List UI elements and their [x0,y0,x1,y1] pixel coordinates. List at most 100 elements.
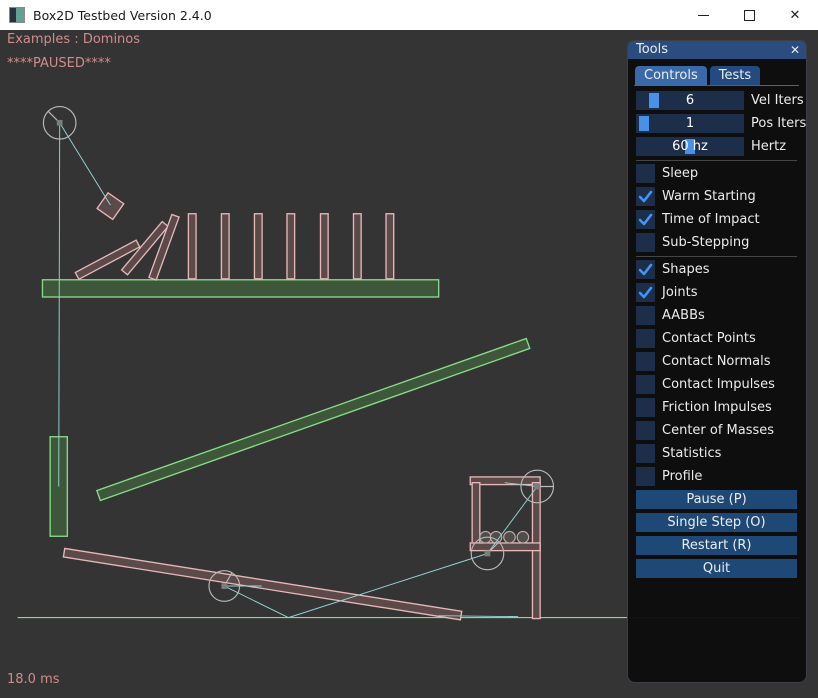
slider-label: Hertz [751,139,786,154]
tools-content: 6Vel Iters1Pos Iters60 hzHertz SleepWarm… [628,86,806,578]
dynamic-body [63,548,461,619]
checkbox-aabbs[interactable] [636,306,655,325]
joint-anchor [534,484,540,490]
checkbox-contact-impulses[interactable] [636,375,655,394]
dynamic-body [221,214,229,279]
check-row-contact-points: Contact Points [636,329,797,348]
ball-body [517,531,528,542]
checkbox-label: Statistics [662,446,721,461]
tools-tab-bar: ControlsTests [634,66,799,86]
checkbox-time-of-impact[interactable] [636,210,655,229]
window-titlebar: Box2D Testbed Version 2.4.0 ✕ [0,0,818,30]
slider-pos-iters[interactable]: 1 [636,114,744,133]
check-row-sleep: Sleep [636,164,797,183]
window-caption-buttons: ✕ [680,0,818,30]
joint-anchor [221,583,227,589]
dynamic-body [470,543,540,551]
slider-row: 1Pos Iters [636,114,797,133]
check-row-center-of-masses: Center of Masses [636,421,797,440]
check-icon [636,260,655,279]
check-row-contact-normals: Contact Normals [636,352,797,371]
ball-body [504,531,515,542]
slider-row: 60 hz Hertz [636,137,797,156]
slider-label: Vel Iters [751,93,804,108]
minimize-icon [698,15,709,16]
close-button[interactable]: ✕ [772,0,818,30]
minimize-button[interactable] [680,0,726,30]
checkbox-contact-points[interactable] [636,329,655,348]
dynamic-body [254,214,262,279]
slider-group: 6Vel Iters 1Pos Iters 60 hz Hertz [636,91,797,156]
dynamic-body [472,483,480,545]
check-row-joints: Joints [636,283,797,302]
tab-tests[interactable]: Tests [710,66,760,85]
app-window: Box2D Testbed Version 2.4.0 ✕ Examples :… [0,0,818,698]
checkbox-label: Contact Impulses [662,377,775,392]
checkbox-label: Friction Impulses [662,400,772,415]
checkbox-warm-starting[interactable] [636,187,655,206]
check-row-contact-impulses: Contact Impulses [636,375,797,394]
paused-label: ****PAUSED**** [7,56,111,71]
checkbox-contact-normals[interactable] [636,352,655,371]
check-row-shapes: Shapes [636,260,797,279]
restart-r-button[interactable]: Restart (R) [636,536,797,555]
checkbox-label: Contact Points [662,331,756,346]
checkbox-group-draw: Shapes Joints AABBs Contact Points Contact N… [636,260,797,486]
action-buttons: Pause (P) Single Step (O) Restart (R) Quit [636,490,797,578]
slider-value: 6 [636,91,744,110]
checkbox-label: Joints [662,285,698,300]
quit-button[interactable]: Quit [636,559,797,578]
single-step-o-button[interactable]: Single Step (O) [636,513,797,532]
checkbox-group-sim: Sleep Warm Starting Time of Impact Sub-Step… [636,164,797,252]
slider-hertz[interactable]: 60 hz [636,137,744,156]
slider-vel-iters[interactable]: 6 [636,91,744,110]
check-row-statistics: Statistics [636,444,797,463]
joint-anchor [485,551,491,557]
tools-title: Tools [636,41,668,59]
slider-value: 1 [636,114,744,133]
check-icon [636,283,655,302]
checkbox-shapes[interactable] [636,260,655,279]
checkbox-label: Warm Starting [662,189,756,204]
checkbox-label: Center of Masses [662,423,774,438]
pause-p-button[interactable]: Pause (P) [636,490,797,509]
checkbox-label: AABBs [662,308,705,323]
check-row-time-of-impact: Time of Impact [636,210,797,229]
maximize-button[interactable] [726,0,772,30]
dynamic-body [386,214,394,279]
checkbox-joints[interactable] [636,283,655,302]
joint-anchor [57,120,63,126]
slider-row: 6Vel Iters [636,91,797,110]
app-icon [9,7,25,23]
tools-close-icon[interactable]: ✕ [790,41,800,59]
checkbox-statistics[interactable] [636,444,655,463]
check-row-friction-impulses: Friction Impulses [636,398,797,417]
checkbox-sub-stepping[interactable] [636,233,655,252]
dynamic-body [320,214,328,279]
example-label: Examples : Dominos [7,32,140,47]
static-body [42,280,438,297]
tools-panel: Tools ✕ ControlsTests 6Vel Iters1Pos Ite… [627,40,807,683]
check-row-aabbs: AABBs [636,306,797,325]
checkbox-center-of-masses[interactable] [636,421,655,440]
checkbox-friction-impulses[interactable] [636,398,655,417]
checkbox-sleep[interactable] [636,164,655,183]
joint-line [60,123,111,205]
separator [636,256,797,257]
frame-time-label: 18.0 ms [7,672,60,687]
tab-controls[interactable]: Controls [635,66,707,85]
dynamic-body [470,477,540,485]
dynamic-body [287,214,295,279]
maximize-icon [744,10,755,21]
check-icon [636,210,655,229]
check-row-warm-starting: Warm Starting [636,187,797,206]
tools-titlebar[interactable]: Tools ✕ [628,41,806,59]
check-row-sub-stepping: Sub-Stepping [636,233,797,252]
checkbox-profile[interactable] [636,467,655,486]
static-body [97,339,530,501]
dynamic-body [97,193,124,220]
slider-value: 60 hz [636,137,744,156]
check-icon [636,187,655,206]
slider-label: Pos Iters [751,116,806,131]
checkbox-label: Profile [662,469,702,484]
